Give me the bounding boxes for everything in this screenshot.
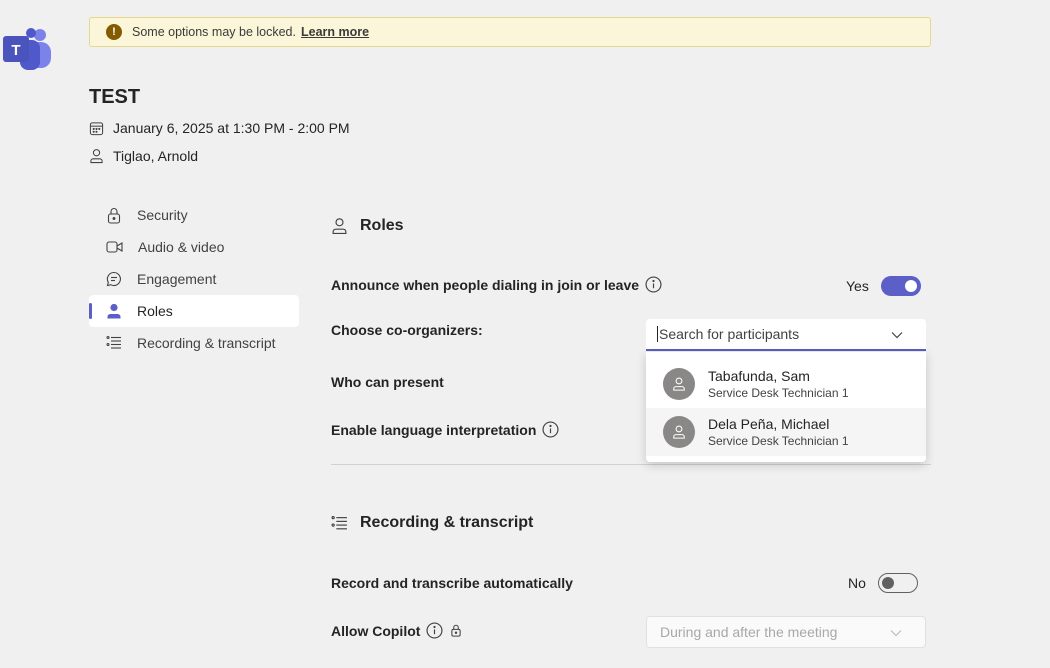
- person-icon: [673, 425, 685, 439]
- info-icon[interactable]: [542, 421, 559, 438]
- meeting-organizer: Tiglao, Arnold: [113, 148, 199, 164]
- record-auto-toggle-row: No: [848, 573, 918, 593]
- chat-icon: [106, 271, 121, 287]
- sidebar-item-audio-video[interactable]: Audio & video: [89, 231, 299, 263]
- sidebar-item-label: Roles: [137, 303, 173, 319]
- participant-title: Service Desk Technician 1: [708, 386, 849, 400]
- calendar-icon: [89, 121, 104, 135]
- copilot-label: Allow Copilot: [331, 622, 421, 639]
- chevron-down-icon: [890, 630, 902, 637]
- announce-toggle[interactable]: [880, 276, 921, 296]
- sidebar-item-security[interactable]: Security: [89, 199, 299, 231]
- record-auto-label: Record and transcribe automatically: [331, 575, 573, 591]
- meeting-datetime-row: January 6, 2025 at 1:30 PM - 2:00 PM: [89, 120, 350, 136]
- banner-message: Some options may be locked.: [132, 25, 296, 39]
- sidebar-item-roles[interactable]: Roles: [89, 295, 299, 327]
- copilot-select[interactable]: During and after the meeting: [646, 616, 926, 648]
- person-icon: [332, 218, 347, 235]
- person-icon: [673, 377, 685, 391]
- locked-options-banner: ! Some options may be locked. Learn more: [89, 17, 931, 47]
- record-auto-value: No: [848, 575, 866, 591]
- language-interpretation-label: Enable language interpretation: [331, 421, 537, 438]
- section-divider: [331, 464, 931, 465]
- meeting-title: TEST: [89, 86, 141, 108]
- search-placeholder: Search for participants: [659, 326, 800, 342]
- coorganizers-label: Choose co-organizers:: [331, 322, 483, 338]
- list-item[interactable]: Tabafunda, Sam Service Desk Technician 1: [646, 360, 926, 408]
- meeting-datetime: January 6, 2025 at 1:30 PM - 2:00 PM: [113, 120, 350, 136]
- sidebar-item-label: Security: [137, 207, 188, 223]
- person-icon: [107, 303, 121, 319]
- info-icon[interactable]: [645, 276, 662, 293]
- coorganizer-search-input[interactable]: Search for participants: [646, 319, 926, 351]
- roles-heading-text: Roles: [360, 217, 404, 234]
- info-icon[interactable]: [426, 622, 443, 639]
- sidebar-item-engagement[interactable]: Engagement: [89, 263, 299, 295]
- teams-logo: T: [3, 27, 53, 73]
- participant-title: Service Desk Technician 1: [708, 434, 849, 448]
- list-icon: [331, 515, 347, 529]
- copilot-label-row: Allow Copilot: [331, 622, 462, 639]
- chevron-down-icon[interactable]: [890, 328, 904, 342]
- lock-icon: [451, 624, 462, 637]
- list-item[interactable]: Dela Peña, Michael Service Desk Technici…: [646, 408, 926, 456]
- recording-heading: Recording & transcript: [331, 514, 533, 532]
- lock-icon: [107, 207, 121, 224]
- avatar: [663, 416, 695, 448]
- sidebar-item-label: Recording & transcript: [137, 335, 276, 351]
- sidebar-item-recording[interactable]: Recording & transcript: [89, 327, 299, 359]
- meeting-organizer-row: Tiglao, Arnold: [89, 148, 198, 164]
- list-icon: [106, 335, 121, 349]
- copilot-value: During and after the meeting: [660, 624, 838, 640]
- warning-icon: !: [106, 24, 122, 40]
- sidebar-item-label: Audio & video: [138, 239, 225, 255]
- video-icon: [106, 241, 123, 253]
- svg-text:T: T: [11, 42, 20, 59]
- participant-name: Tabafunda, Sam: [708, 368, 810, 384]
- announce-label-row: Announce when people dialing in join or …: [331, 276, 662, 293]
- avatar: [663, 368, 695, 400]
- participant-suggestions: Tabafunda, Sam Service Desk Technician 1…: [646, 352, 926, 462]
- announce-value: Yes: [846, 278, 869, 294]
- roles-heading: Roles: [331, 217, 404, 235]
- language-interpretation-row: Enable language interpretation: [331, 421, 559, 438]
- recording-heading-text: Recording & transcript: [360, 514, 534, 531]
- record-auto-toggle[interactable]: [877, 573, 918, 593]
- announce-label: Announce when people dialing in join or …: [331, 276, 640, 293]
- participant-name: Dela Peña, Michael: [708, 416, 830, 432]
- announce-toggle-row: Yes: [846, 276, 921, 296]
- learn-more-link[interactable]: Learn more: [301, 25, 369, 39]
- person-icon: [90, 149, 103, 164]
- who-can-present-label: Who can present: [331, 374, 444, 390]
- sidebar-item-label: Engagement: [137, 271, 217, 287]
